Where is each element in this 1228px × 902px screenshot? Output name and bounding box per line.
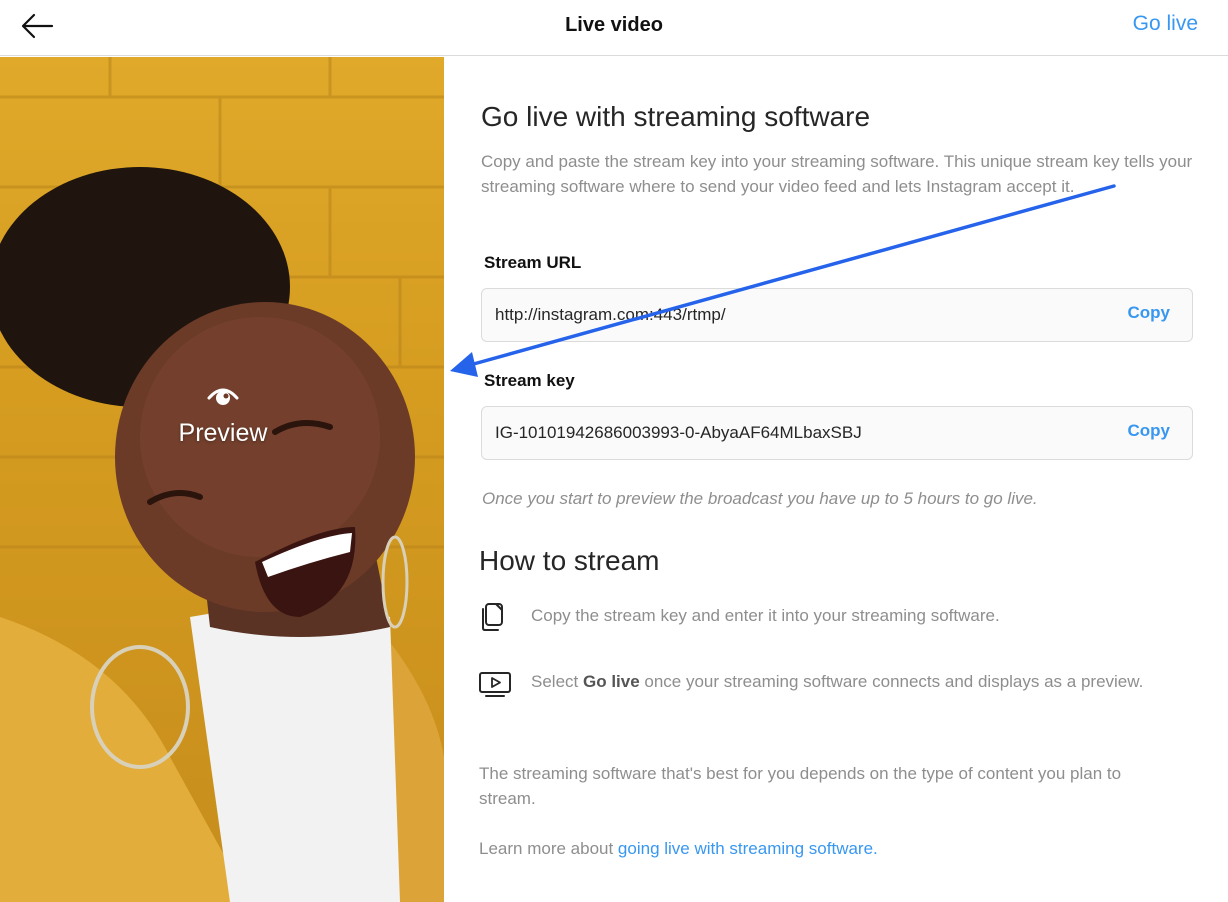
stream-key-label: Stream key (484, 371, 575, 390)
step-text-part: Select (531, 672, 583, 691)
streaming-info-panel: Go live with streaming software Copy and… (444, 57, 1228, 902)
go-live-button[interactable]: Go live (1133, 12, 1198, 36)
play-screen-icon (479, 672, 511, 697)
copy-stream-key-button[interactable]: Copy (1128, 421, 1171, 441)
step-text-bold: Go live (582, 672, 640, 691)
arrow-left-icon (21, 13, 54, 39)
stream-url-field[interactable]: http://instagram.com:443/rtmp/ Copy (481, 288, 1193, 342)
video-preview-panel[interactable]: Preview (0, 57, 444, 902)
preview-label: Preview (178, 419, 268, 447)
preview-time-hint: Once you start to preview the broadcast … (482, 489, 1038, 508)
step-text-part: once your streaming software connects an… (639, 672, 1144, 691)
stream-url-value[interactable]: http://instagram.com:443/rtmp/ (495, 305, 726, 325)
how-to-heading: How to stream (479, 545, 660, 576)
preview-image (0, 57, 444, 902)
top-bar: Live video Go live (0, 0, 1228, 56)
stream-url-label: Stream URL (484, 253, 582, 272)
section-description: Copy and paste the stream key into your … (481, 152, 1193, 196)
learn-more-link[interactable]: going live with streaming software. (618, 839, 878, 858)
back-button[interactable] (18, 8, 58, 44)
page-title: Live video (565, 14, 663, 36)
preview-button[interactable]: Preview (150, 382, 296, 448)
section-heading: Go live with streaming software (481, 101, 871, 132)
copy-icon (482, 603, 503, 631)
learn-more-prefix: Learn more about (479, 839, 618, 858)
stream-key-field[interactable]: IG-10101942686003993-0-AbyaAF64MLbaxSBJ … (481, 406, 1193, 460)
copy-stream-url-button[interactable]: Copy (1128, 303, 1171, 323)
eye-icon (207, 388, 239, 405)
stream-key-value[interactable]: IG-10101942686003993-0-AbyaAF64MLbaxSBJ (495, 423, 862, 443)
learn-more-text: Learn more about going live with streami… (479, 836, 1179, 861)
step-text: Select Go live once your streaming softw… (531, 669, 1171, 694)
software-note: The streaming software that's best for y… (479, 764, 1122, 808)
step-text: Copy the stream key and enter it into yo… (531, 606, 1000, 625)
